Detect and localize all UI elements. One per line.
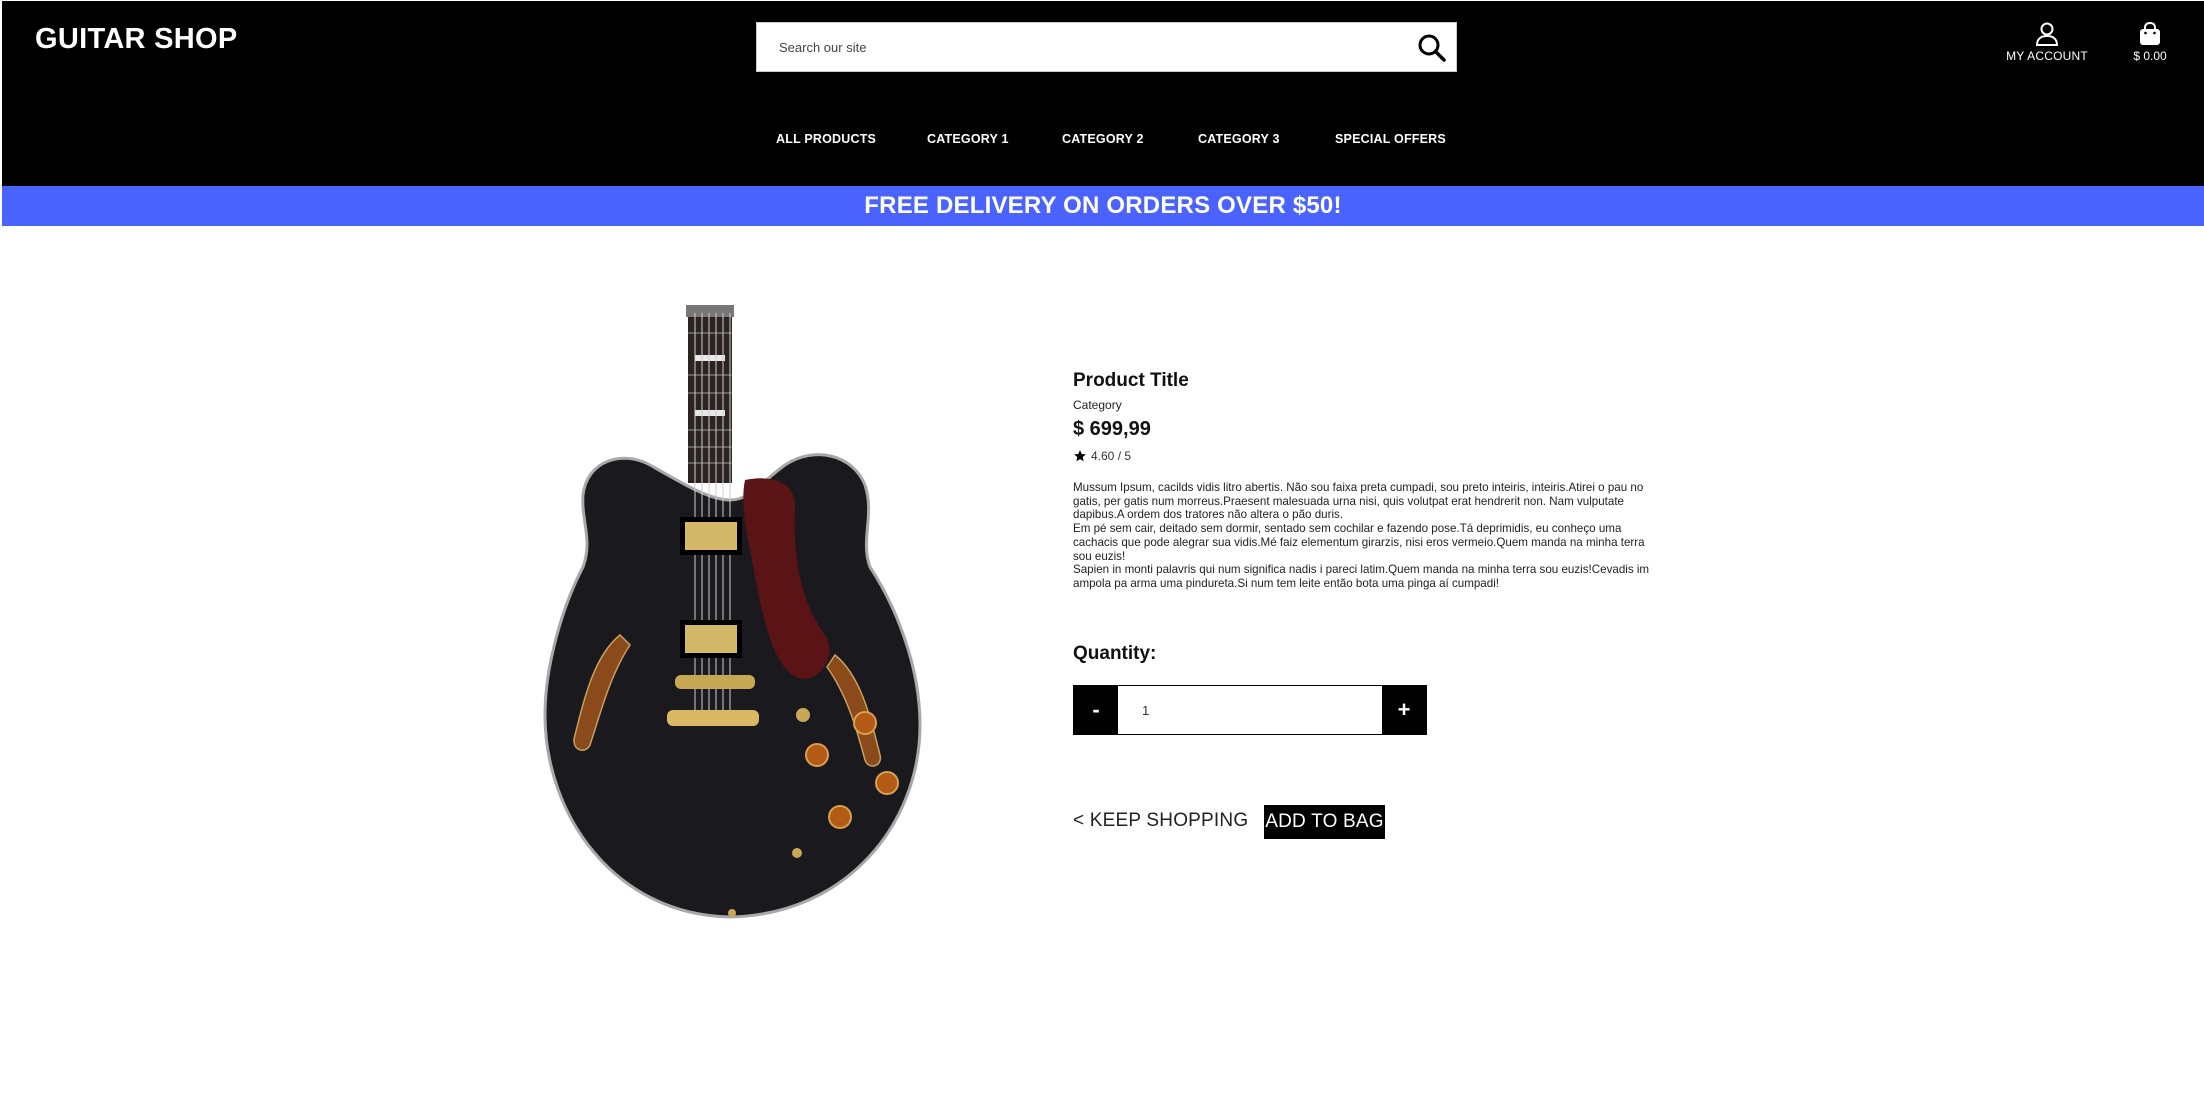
quantity-decrease-button[interactable]: -: [1074, 686, 1118, 734]
cart-link[interactable]: $ 0.00: [2122, 21, 2178, 63]
my-account-label: MY ACCOUNT: [2006, 49, 2088, 63]
shopping-bag-icon: [2140, 21, 2160, 45]
promo-banner: FREE DELIVERY ON ORDERS OVER $50!: [2, 186, 2204, 226]
search-input[interactable]: [757, 23, 1397, 71]
nav-category-1[interactable]: CATEGORY 1: [927, 132, 1009, 146]
site-header: GUITAR SHOP MY ACCOUNT $ 0.00: [2, 1, 2204, 186]
description-paragraph: Em pé sem cair, deitado sem dormir, sent…: [1073, 522, 1645, 563]
main-nav: ALL PRODUCTS CATEGORY 1 CATEGORY 2 CATEG…: [0, 132, 2204, 152]
keep-shopping-link[interactable]: < KEEP SHOPPING: [1073, 810, 1248, 832]
nav-category-3[interactable]: CATEGORY 3: [1198, 132, 1280, 146]
description-paragraph: Mussum Ipsum, cacilds vidis litro aberti…: [1073, 481, 1644, 522]
quantity-label: Quantity:: [1073, 643, 1157, 664]
product-image: [535, 305, 935, 925]
product-details: Product Title Category $ 699,99 4.60 / 5…: [1073, 370, 1663, 591]
cart-total: $ 0.00: [2133, 49, 2167, 63]
star-icon: [1074, 450, 1086, 462]
product-category[interactable]: Category: [1073, 398, 1663, 412]
add-to-bag-button[interactable]: ADD TO BAG: [1264, 805, 1385, 839]
nav-category-2[interactable]: CATEGORY 2: [1062, 132, 1144, 146]
quantity-input[interactable]: [1118, 686, 1382, 734]
description-paragraph: Sapien in monti palavris qui num signifi…: [1073, 563, 1650, 590]
nav-all-products[interactable]: ALL PRODUCTS: [776, 132, 876, 146]
nav-special-offers[interactable]: SPECIAL OFFERS: [1335, 132, 1446, 146]
search-icon[interactable]: [1416, 32, 1448, 64]
quantity-increase-button[interactable]: +: [1382, 686, 1426, 734]
product-title: Product Title: [1073, 370, 1189, 391]
site-logo[interactable]: GUITAR SHOP: [35, 23, 238, 56]
product-description: Mussum Ipsum, cacilds vidis litro aberti…: [1073, 481, 1663, 591]
quantity-stepper: - +: [1073, 685, 1427, 735]
search-bar: [756, 22, 1457, 72]
user-icon: [2035, 22, 2059, 46]
product-rating: 4.60 / 5: [1073, 449, 1663, 463]
my-account-link[interactable]: MY ACCOUNT: [2002, 21, 2092, 63]
rating-value: 4.60 / 5: [1091, 449, 1132, 463]
product-price: $ 699,99: [1073, 418, 1151, 440]
